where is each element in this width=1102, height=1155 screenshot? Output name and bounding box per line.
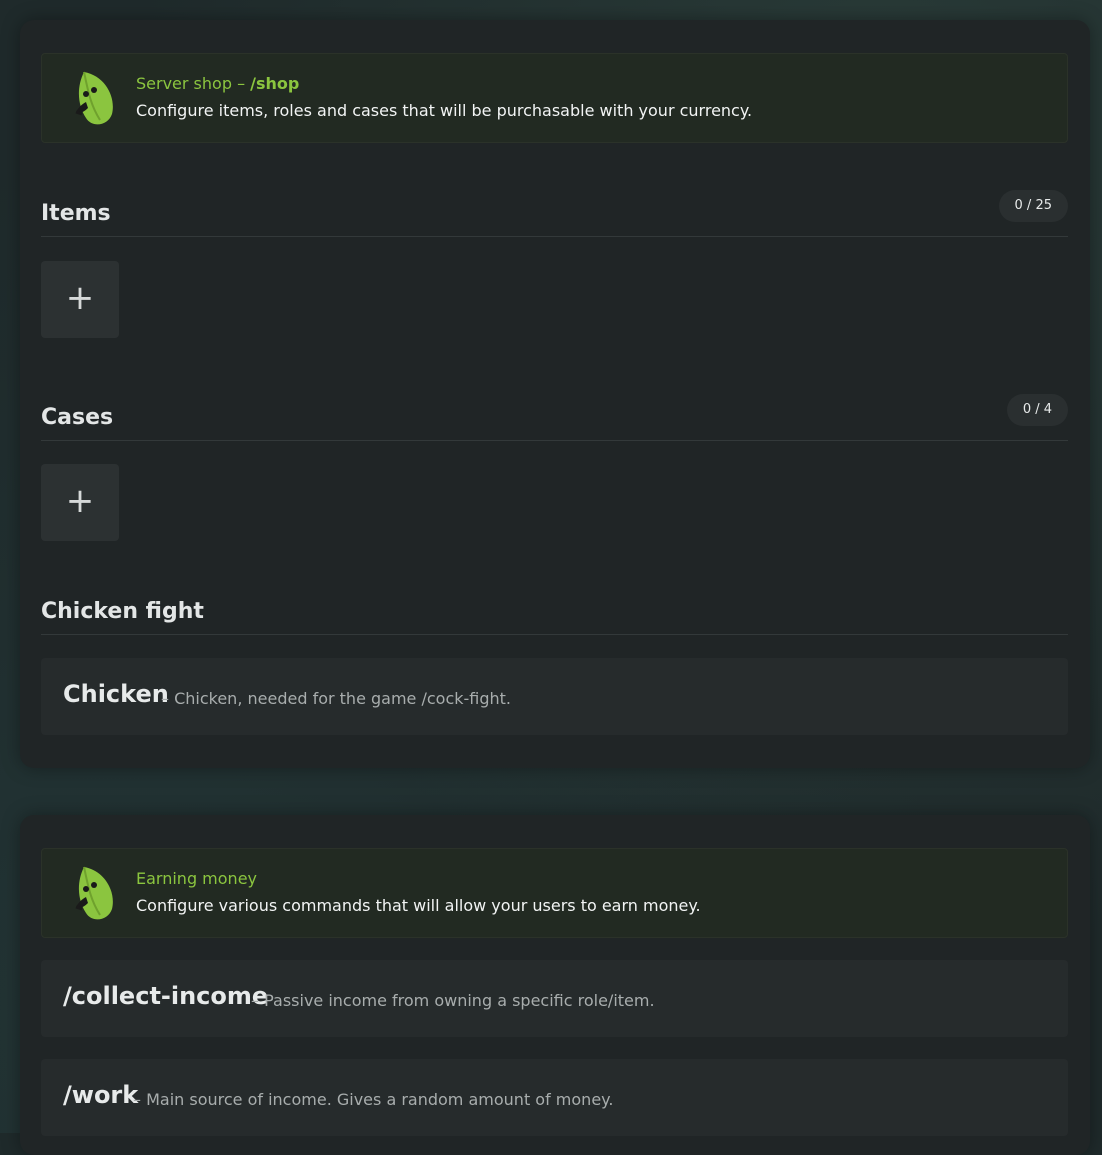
collect-income-command: /collect-income [63, 982, 269, 1010]
work-description: – Main source of income. Gives a random … [133, 1090, 614, 1109]
cases-count-badge: 0 / 4 [1006, 394, 1068, 426]
cases-title: Cases [41, 405, 114, 430]
collect-income-row[interactable]: /collect-income – Passive income from ow… [41, 960, 1068, 1037]
chicken-row[interactable]: Chicken – Chicken, needed for the game /… [41, 658, 1068, 735]
shop-panel: Server shop – /shop Configure items, rol… [20, 20, 1090, 768]
leaf-mascot-icon [75, 866, 113, 920]
chicken-description: – Chicken, needed for the game /cock-fig… [161, 689, 512, 708]
leaf-mascot-icon [75, 71, 113, 125]
items-count-badge: 0 / 25 [998, 190, 1068, 222]
collect-income-description: – Passive income from owning a specific … [251, 991, 655, 1010]
add-case-button[interactable]: + [41, 464, 119, 541]
plus-icon: + [65, 481, 95, 521]
banner-description: Configure items, roles and cases that wi… [136, 101, 753, 120]
cases-section-header: Cases 0 / 4 [41, 381, 1068, 441]
banner-title: Earning money [136, 869, 258, 888]
earning-panel: Earning money Configure various commands… [20, 815, 1090, 1155]
shop-banner: Server shop – /shop Configure items, rol… [41, 53, 1068, 143]
items-title: Items [41, 201, 111, 226]
add-item-button[interactable]: + [41, 261, 119, 338]
banner-title-text: Server shop – [136, 74, 251, 93]
earning-banner: Earning money Configure various commands… [41, 848, 1068, 938]
chicken-fight-section-header: Chicken fight [41, 575, 1068, 635]
work-row[interactable]: /work – Main source of income. Gives a r… [41, 1059, 1068, 1136]
plus-icon: + [65, 278, 95, 318]
banner-command: /shop [250, 74, 300, 93]
work-command: /work [63, 1081, 139, 1109]
banner-title: Server shop – /shop [136, 74, 299, 93]
chicken-fight-title: Chicken fight [41, 599, 204, 624]
banner-description: Configure various commands that will all… [136, 896, 701, 915]
chicken-name: Chicken [63, 680, 169, 708]
items-section-header: Items 0 / 25 [41, 177, 1068, 237]
